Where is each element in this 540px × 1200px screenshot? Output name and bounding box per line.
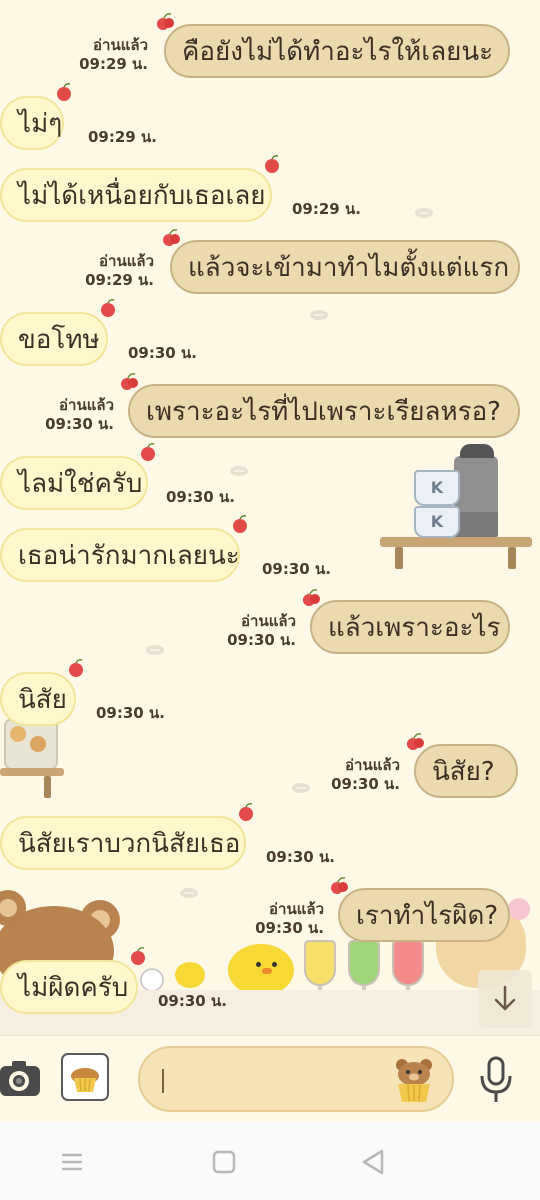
home-button[interactable] (204, 1144, 244, 1180)
cherry-icon (239, 803, 253, 821)
read-status: อ่านแล้ว (99, 252, 154, 270)
message-meta: อ่านแล้ว 09:30 น. (45, 396, 114, 434)
muffin-sticker-icon (61, 1053, 109, 1101)
square-icon (212, 1150, 236, 1174)
message-text: ขอโทษ (18, 324, 100, 355)
message-time: 09:30 น. (227, 631, 296, 649)
cherry-icon (331, 877, 348, 894)
message-bubble-incoming[interactable]: ไม่ๆ (0, 83, 71, 150)
cherry-icon (163, 229, 180, 246)
message-time: 09:30 น. (255, 919, 324, 937)
message-bubble-incoming[interactable]: ไลม่ใช่ครับ (0, 443, 155, 510)
message-time: 09:30 น. (45, 415, 114, 433)
scroll-to-bottom-button[interactable] (478, 970, 532, 1028)
message-time: 09:30 น. (128, 344, 197, 362)
recents-button[interactable] (52, 1144, 92, 1180)
bear-muffin-sticker-icon (396, 1059, 432, 1102)
message-text: เราทำไรผิด? (356, 900, 499, 931)
message-time: 09:29 น. (79, 55, 148, 73)
cherry-icon (233, 515, 247, 533)
message-bubble-outgoing[interactable]: เราทำไรผิด? (331, 877, 510, 942)
message-text: เธอน่ารักมากเลยนะ (18, 540, 240, 571)
sticker-button[interactable] (392, 1056, 436, 1104)
triangle-back-icon (362, 1149, 384, 1175)
menu-icon (62, 1153, 82, 1171)
cherry-icon (303, 589, 320, 606)
read-status: อ่านแล้ว (59, 396, 114, 414)
camera-button[interactable] (0, 1050, 44, 1106)
message-text: ไม่ได้เหนื่อยกับเธอเลย (18, 180, 266, 211)
message-bubble-incoming[interactable]: เธอน่ารักมากเลยนะ (0, 515, 247, 582)
message-time: 09:29 น. (85, 271, 154, 289)
message-text: นิสัย? (432, 756, 495, 787)
read-status: อ่านแล้ว (93, 36, 148, 54)
cherry-icon (265, 155, 279, 173)
message-bubble-outgoing[interactable]: แล้วเพราะอะไร (303, 589, 510, 654)
message-text: นิสัยเราบวกนิสัยเธอ (18, 828, 241, 859)
read-status: อ่านแล้ว (269, 900, 324, 918)
message-meta: อ่านแล้ว 09:30 น. (227, 612, 296, 650)
arrow-down-icon (494, 985, 516, 1011)
microphone-icon (480, 1056, 512, 1102)
back-button[interactable] (354, 1144, 394, 1180)
message-bubble-outgoing[interactable]: แล้วจะเข้ามาทำไมตั้งแต่แรก (163, 229, 520, 294)
message-bubble-incoming[interactable]: ไม่ผิดครับ (0, 947, 145, 1014)
message-text: แล้วเพราะอะไร (328, 612, 501, 643)
chat-area[interactable]: K K อ่านแล้ว 09:29 น. คือยังไม่ได้ทำอะไร… (0, 0, 540, 1035)
message-time: 09:30 น. (166, 488, 235, 506)
message-meta: อ่านแล้ว 09:29 น. (85, 252, 154, 290)
cherry-icon (57, 83, 71, 101)
message-time: 09:30 น. (96, 704, 165, 722)
read-status: อ่านแล้ว (345, 756, 400, 774)
message-text: คือยังไม่ได้ทำอะไรให้เลยนะ (182, 36, 494, 67)
message-time: 09:30 น. (158, 992, 227, 1010)
gallery-button[interactable] (60, 1052, 110, 1102)
message-time: 09:29 น. (292, 200, 361, 218)
message-time: 09:30 น. (266, 848, 335, 866)
message-bubble-outgoing[interactable]: เพราะอะไรที่ไปเพราะเรียลหรอ? (121, 373, 520, 438)
cherry-icon (131, 947, 145, 965)
message-text: ไม่ผิดครับ (18, 972, 129, 1003)
message-text: ไม่ๆ (18, 108, 63, 139)
message-text: ไลม่ใช่ครับ (18, 468, 143, 499)
message-text: เพราะอะไรที่ไปเพราะเรียลหรอ? (146, 396, 501, 427)
cherry-icon (101, 299, 115, 317)
message-time: 09:30 น. (331, 775, 400, 793)
system-navigation-bar (0, 1122, 540, 1200)
read-status: อ่านแล้ว (241, 612, 296, 630)
message-bubble-incoming[interactable]: นิสัยเราบวกนิสัยเธอ (0, 803, 253, 870)
cherry-icon (407, 733, 424, 750)
message-meta: อ่านแล้ว 09:30 น. (255, 900, 324, 938)
message-bubble-outgoing[interactable]: นิสัย? (407, 733, 518, 798)
cherry-icon (157, 13, 174, 30)
message-time: 09:30 น. (262, 560, 331, 578)
cherry-icon (69, 659, 83, 677)
message-meta: อ่านแล้ว 09:30 น. (331, 756, 400, 794)
message-text: แล้วจะเข้ามาทำไมตั้งแต่แรก (188, 252, 510, 283)
message-bubble-outgoing[interactable]: คือยังไม่ได้ทำอะไรให้เลยนะ (157, 13, 510, 78)
message-bubble-incoming[interactable]: นิสัย (0, 659, 83, 726)
message-time: 09:29 น. (88, 128, 157, 146)
cherry-icon (121, 373, 138, 390)
text-caret (162, 1069, 164, 1093)
cherry-icon (141, 443, 155, 461)
microphone-button[interactable] (476, 1054, 516, 1106)
camera-icon (0, 1061, 40, 1096)
message-input[interactable] (138, 1046, 454, 1112)
message-text: นิสัย (18, 684, 67, 715)
message-bubble-incoming[interactable]: ขอโทษ (0, 299, 115, 366)
message-bubble-incoming[interactable]: ไม่ได้เหนื่อยกับเธอเลย (0, 155, 279, 222)
message-meta: อ่านแล้ว 09:29 น. (79, 36, 148, 74)
